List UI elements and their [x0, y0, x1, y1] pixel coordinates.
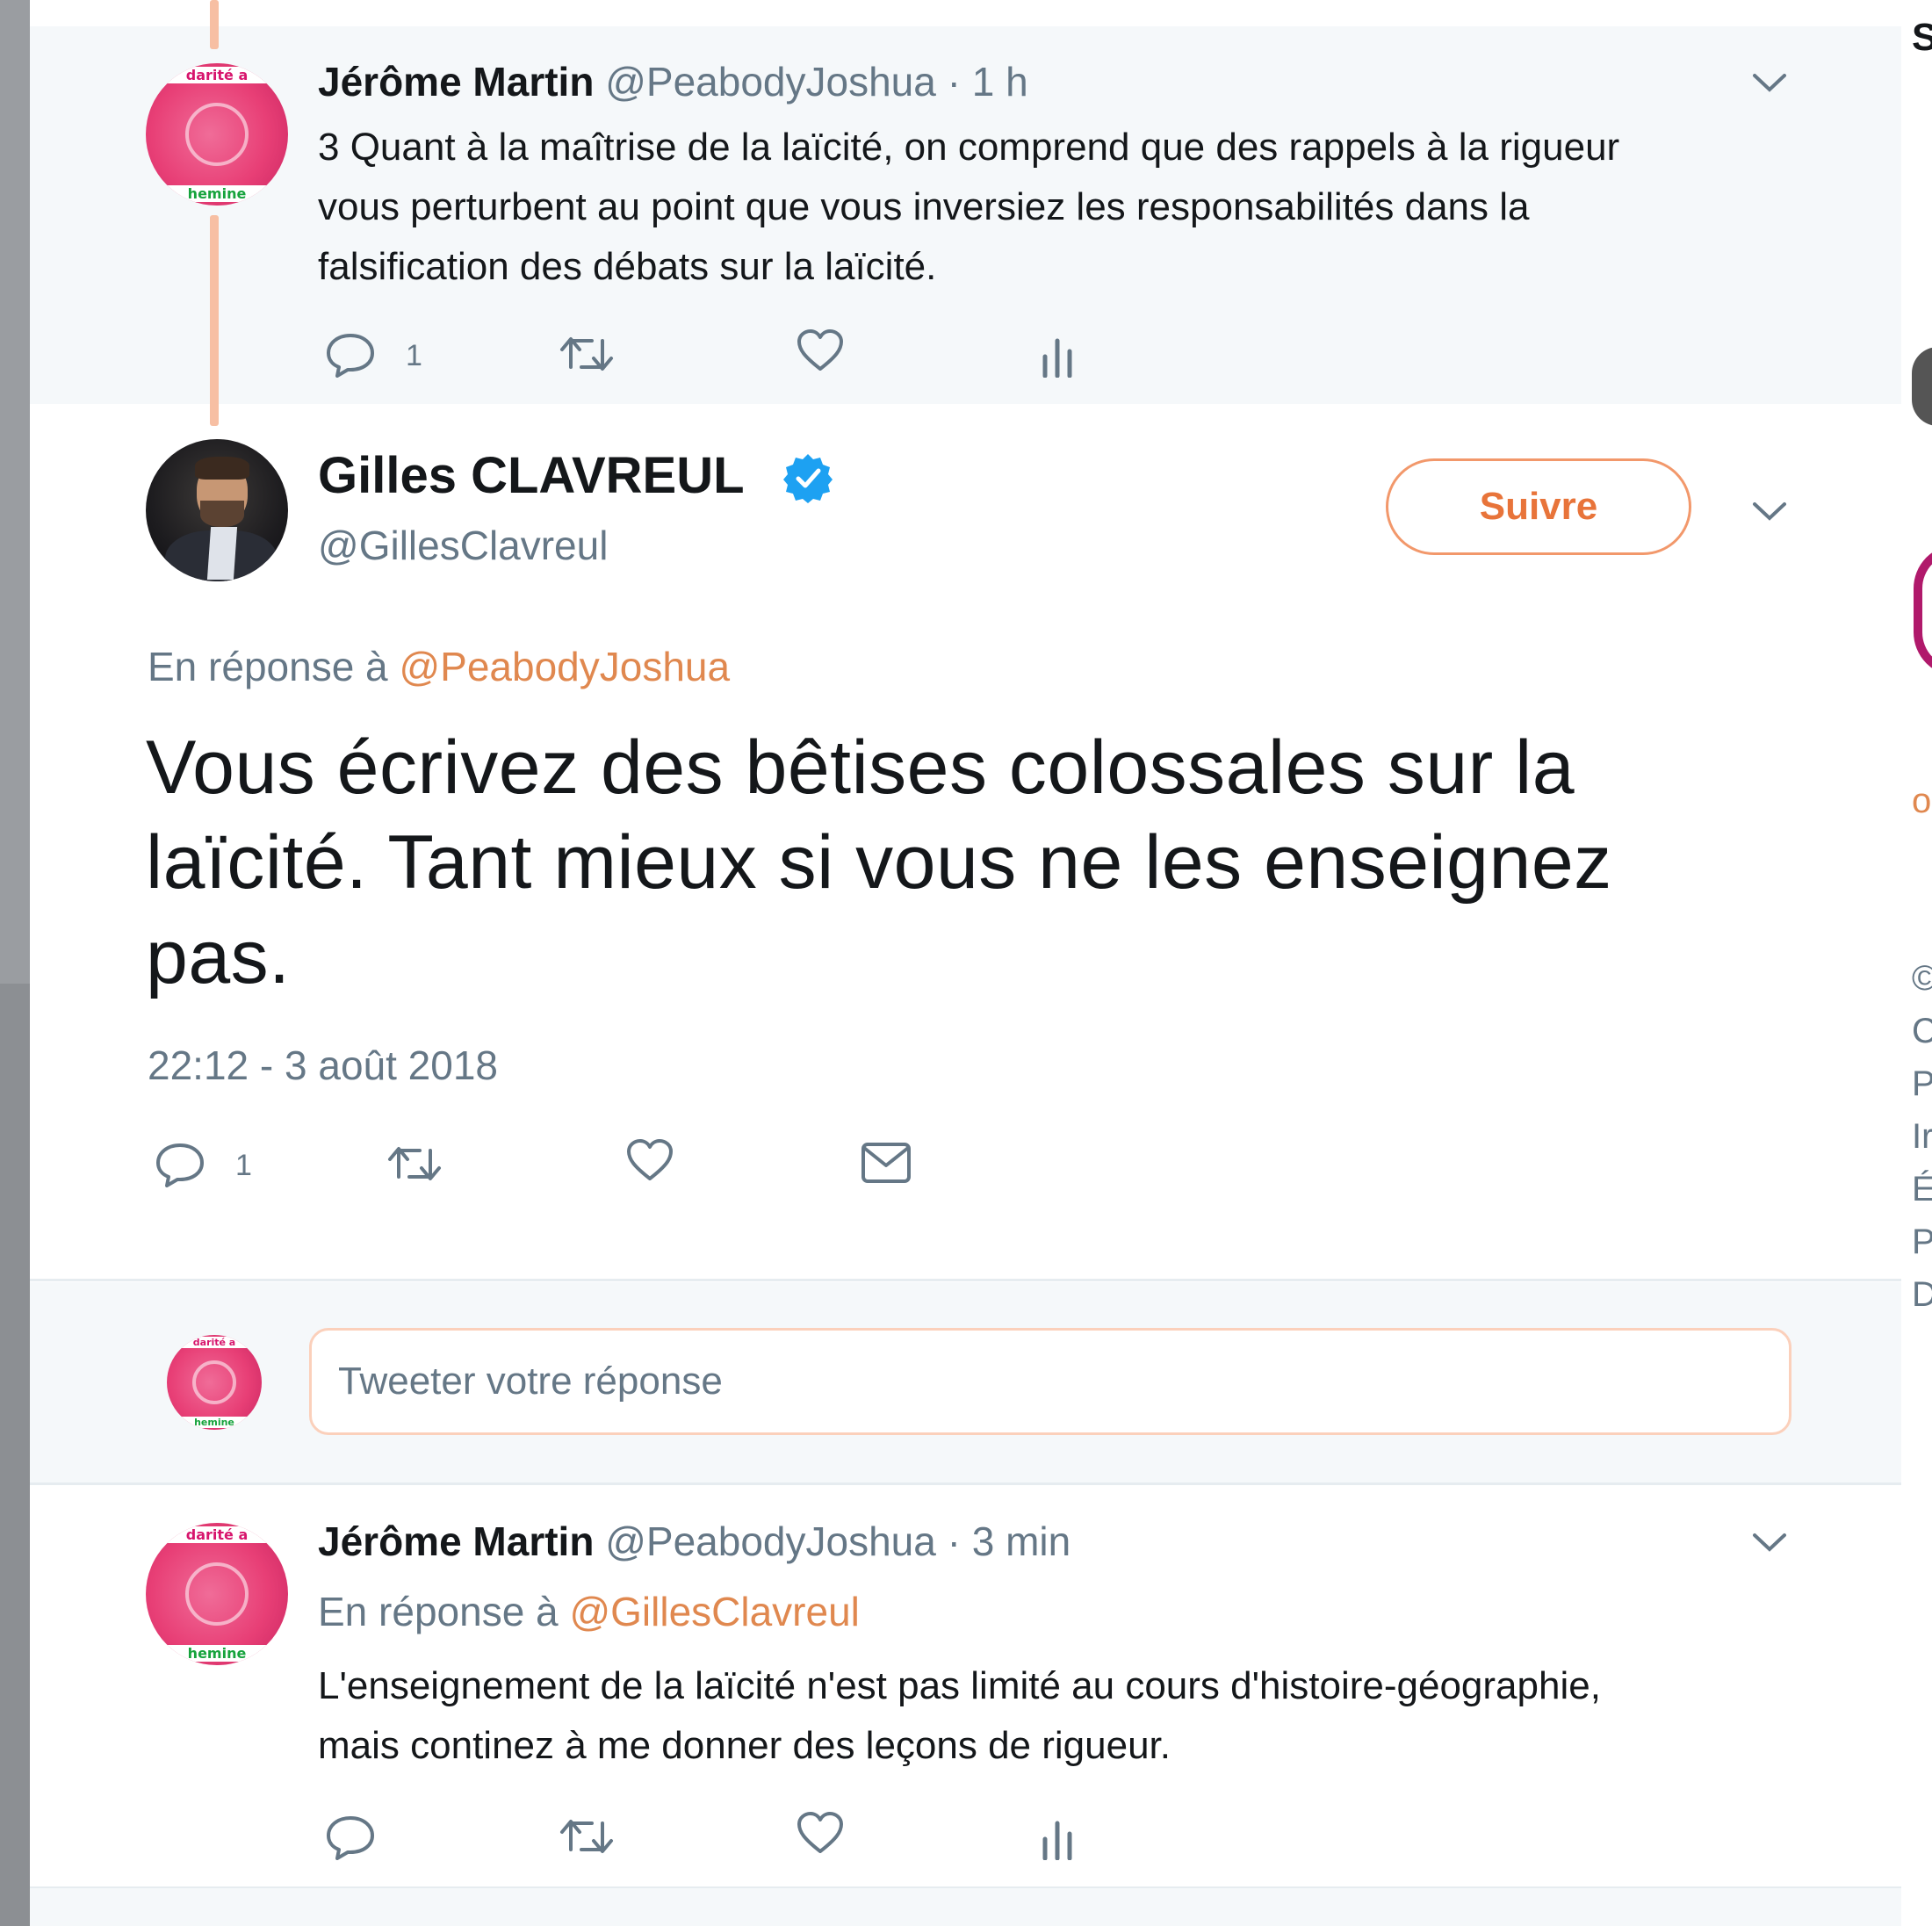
author-handle[interactable]: @GillesClavreul — [318, 522, 608, 569]
author-name[interactable]: Gilles CLAVREUL — [318, 447, 745, 504]
divider — [30, 1279, 1901, 1281]
fist-icon — [185, 1562, 249, 1626]
sidebar-fragment[interactable]: P — [1912, 1064, 1932, 1104]
avatar-caption: darité a — [146, 67, 288, 83]
sidebar-fragment[interactable]: D — [1912, 1275, 1932, 1315]
avatar[interactable] — [146, 439, 288, 581]
avatar-caption: hemine — [146, 1645, 288, 1662]
author-name[interactable]: Jérôme Martin — [318, 59, 594, 105]
reply-count: 1 — [406, 339, 422, 372]
sidebar-fragment[interactable]: C — [1912, 1012, 1932, 1051]
chevron-down-icon[interactable] — [1751, 499, 1788, 525]
heart-icon[interactable] — [796, 1811, 845, 1855]
reply-prefix: En réponse à — [318, 1589, 559, 1634]
modal-top-strip — [30, 0, 1901, 26]
sidebar-fragment[interactable]: Ir — [1912, 1117, 1932, 1157]
author-handle[interactable]: @PeabodyJoshua — [605, 1518, 936, 1564]
avatar-caption: darité a — [167, 1337, 262, 1348]
tweet-time[interactable]: · 1 h — [948, 59, 1028, 105]
tweet-text-line: pas. — [146, 915, 291, 999]
sidebar-ring — [1914, 545, 1932, 676]
tweet-timestamp[interactable]: 22:12 - 3 août 2018 — [148, 1042, 498, 1089]
tweet-header: Jérôme Martin @PeabodyJoshua · 3 min — [318, 1518, 1071, 1565]
heart-icon[interactable] — [625, 1138, 674, 1182]
sidebar-fragment: S — [1912, 16, 1932, 59]
next-tweet-edge — [30, 1888, 1901, 1926]
tweet-text-line: mais continez à me donner des leçons de … — [318, 1724, 1171, 1767]
avatar-caption: hemine — [146, 185, 288, 202]
avatar-figure — [200, 501, 244, 527]
reply-icon[interactable] — [325, 332, 376, 378]
left-gutter-overlay — [0, 0, 30, 984]
retweet-icon[interactable] — [559, 1814, 615, 1858]
reply-icon[interactable] — [155, 1142, 205, 1187]
chevron-down-icon[interactable] — [1751, 1530, 1788, 1556]
sidebar-fragment: © — [1912, 959, 1932, 998]
sidebar-fragment[interactable]: P — [1912, 1223, 1932, 1262]
tweet-text: L'enseignement de la laïcité n'est pas l… — [318, 1656, 1601, 1776]
reply-context: En réponse à @GillesClavreul — [318, 1588, 860, 1635]
thread-line — [210, 215, 219, 426]
analytics-icon[interactable] — [1040, 335, 1075, 378]
divider — [30, 1482, 1901, 1485]
tweet-header: Gilles CLAVREUL — [318, 446, 745, 505]
avatar[interactable]: darité a hemine — [146, 1523, 288, 1665]
avatar[interactable]: darité a hemine — [146, 63, 288, 206]
verified-badge-icon — [782, 451, 834, 504]
tweet-text-line: vous perturbent au point que vous invers… — [318, 185, 1530, 228]
retweet-icon[interactable] — [559, 332, 615, 376]
follow-button[interactable]: Suivre — [1386, 458, 1691, 555]
sidebar-fragment[interactable]: É — [1912, 1170, 1932, 1209]
retweet-icon[interactable] — [386, 1142, 443, 1186]
sidebar-avatar[interactable] — [1912, 347, 1932, 426]
analytics-icon[interactable] — [1040, 1818, 1075, 1860]
tweet-time[interactable]: · 3 min — [948, 1518, 1071, 1564]
reply-context: En réponse à @PeabodyJoshua — [148, 643, 730, 690]
sidebar-link-fragment[interactable]: o — [1912, 782, 1931, 821]
tweet-text: Vous écrivez des bêtises colossales sur … — [146, 720, 1612, 1005]
tweet-text-line: falsification des débats sur la laïcité. — [318, 245, 937, 288]
author-name[interactable]: Jérôme Martin — [318, 1518, 594, 1564]
avatar-figure — [195, 457, 249, 480]
tweet-text-line: Vous écrivez des bêtises colossales sur … — [146, 725, 1575, 810]
reply-prefix: En réponse à — [148, 644, 388, 689]
chevron-down-icon[interactable] — [1751, 70, 1788, 97]
avatar-caption: hemine — [167, 1417, 262, 1428]
thread-line — [210, 0, 219, 49]
avatar-figure — [206, 527, 238, 580]
avatar: darité a hemine — [167, 1335, 262, 1430]
fist-icon — [185, 103, 249, 166]
reply-to-link[interactable]: @GillesClavreul — [569, 1589, 859, 1634]
heart-icon[interactable] — [796, 328, 845, 372]
reply-to-link[interactable]: @PeabodyJoshua — [399, 644, 730, 689]
reply-icon[interactable] — [325, 1814, 376, 1860]
author-handle[interactable]: @PeabodyJoshua — [605, 59, 936, 105]
tweet-header: Jérôme Martin @PeabodyJoshua · 1 h — [318, 58, 1028, 105]
tweet-text-line: laïcité. Tant mieux si vous ne les ensei… — [146, 820, 1612, 905]
right-sidebar: S o © C P Ir É P D — [1901, 0, 1932, 1926]
tweet-text-line: 3 Quant à la maîtrise de la laïcité, on … — [318, 126, 1620, 169]
tweet-text: 3 Quant à la maîtrise de la laïcité, on … — [318, 118, 1619, 297]
fist-icon — [192, 1360, 236, 1404]
reply-count: 1 — [235, 1149, 252, 1182]
reply-input[interactable]: Tweeter votre réponse — [309, 1328, 1791, 1435]
envelope-icon[interactable] — [861, 1142, 912, 1184]
tweet-text-line: L'enseignement de la laïcité n'est pas l… — [318, 1664, 1601, 1707]
avatar-caption: darité a — [146, 1526, 288, 1543]
